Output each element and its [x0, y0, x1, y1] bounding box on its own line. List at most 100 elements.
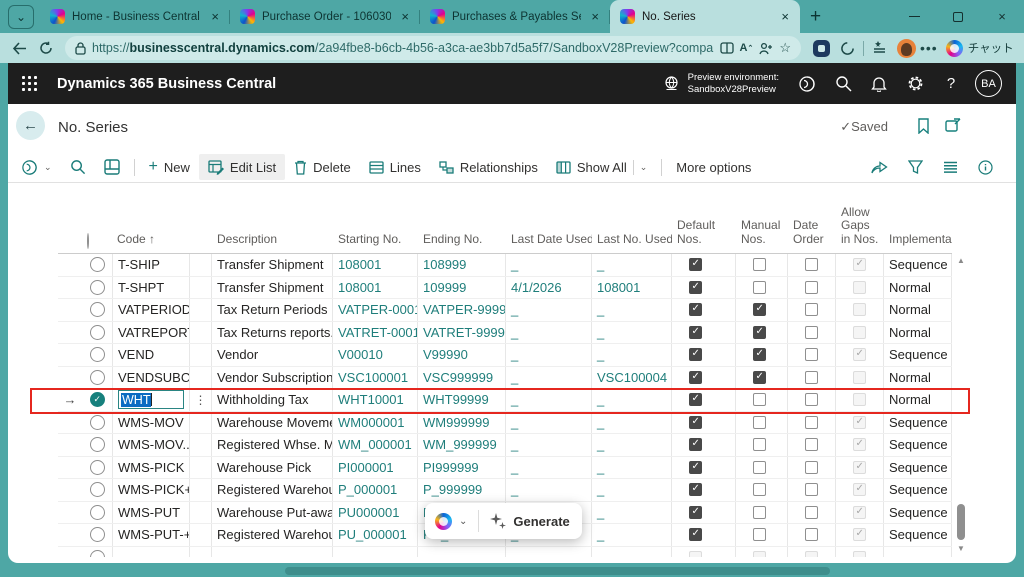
column-header-starting-no[interactable]: Starting No.: [333, 233, 418, 254]
row-select-radio[interactable]: [82, 277, 112, 299]
date-order-cell[interactable]: [788, 322, 836, 344]
date-order-checkbox[interactable]: [805, 528, 818, 541]
last-no-used-cell[interactable]: _: [592, 299, 672, 321]
ending-no-cell[interactable]: WM999999: [418, 412, 506, 434]
scroll-down-arrow[interactable]: ▼: [955, 544, 967, 553]
implementation-cell[interactable]: Sequence: [884, 344, 952, 366]
code-cell[interactable]: WMS-PUT WMS-PUT: [112, 502, 190, 524]
table-row[interactable]: → VATREPORTS VATREPORTS ⋮ Tax Returns re…: [58, 322, 952, 345]
column-header-allow-gaps[interactable]: Allow Gaps in Nos.: [836, 206, 884, 254]
row-select-radio[interactable]: [82, 434, 112, 456]
tab-search-dropdown-button[interactable]: ⌄: [8, 5, 34, 29]
default-nos-checkbox[interactable]: [689, 371, 702, 384]
date-order-checkbox[interactable]: [805, 348, 818, 361]
manual-nos-cell[interactable]: [736, 367, 788, 389]
allow-gaps-cell[interactable]: [836, 547, 884, 558]
date-order-checkbox[interactable]: [805, 416, 818, 429]
implementation-cell[interactable]: Sequence: [884, 412, 952, 434]
allow-gaps-cell[interactable]: [836, 344, 884, 366]
allow-gaps-checkbox[interactable]: [853, 551, 866, 557]
refresh-icon[interactable]: [39, 41, 53, 55]
last-date-used-cell[interactable]: _: [506, 412, 592, 434]
allow-gaps-checkbox[interactable]: [853, 483, 866, 496]
date-order-cell[interactable]: [788, 502, 836, 524]
manual-nos-checkbox[interactable]: [753, 506, 766, 519]
starting-no-cell[interactable]: VATRET-0001: [333, 322, 418, 344]
starting-no-cell[interactable]: VATPER-0001: [333, 299, 418, 321]
manual-nos-checkbox[interactable]: [753, 528, 766, 541]
description-cell[interactable]: [212, 547, 333, 558]
code-cell[interactable]: VATREPORTS VATREPORTS: [112, 322, 190, 344]
table-row[interactable]: → VENDSUBC... VENDSUBC... ⋮ Vendor Subsc…: [58, 367, 952, 390]
default-nos-cell[interactable]: [672, 479, 736, 501]
last-date-used-cell[interactable]: [506, 547, 592, 558]
new-button[interactable]: + New: [140, 154, 199, 180]
code-cell[interactable]: T-SHPT T-SHPT: [112, 277, 190, 299]
list-layout-icon[interactable]: [934, 154, 967, 180]
allow-gaps-checkbox[interactable]: [853, 258, 866, 271]
implementation-cell[interactable]: Sequence: [884, 479, 952, 501]
close-window-button[interactable]: ×: [980, 0, 1024, 33]
copilot-generate-popup[interactable]: ⌄ Generate: [425, 503, 582, 539]
scroll-up-arrow[interactable]: ▲: [955, 256, 967, 265]
open-in-new-window-icon[interactable]: [945, 118, 961, 132]
starting-no-cell[interactable]: WM000001: [333, 412, 418, 434]
environment-indicator[interactable]: Preview environment: SandboxV28Preview: [663, 72, 779, 95]
manual-nos-checkbox[interactable]: [753, 281, 766, 294]
allow-gaps-checkbox[interactable]: [853, 438, 866, 451]
starting-no-cell[interactable]: PU_000001: [333, 524, 418, 546]
default-nos-cell[interactable]: [672, 434, 736, 456]
starting-no-cell[interactable]: PU000001: [333, 502, 418, 524]
ending-no-cell[interactable]: PI999999: [418, 457, 506, 479]
default-nos-checkbox[interactable]: [689, 506, 702, 519]
manual-nos-cell[interactable]: [736, 277, 788, 299]
row-menu-cell[interactable]: ⋮: [190, 254, 212, 276]
last-no-used-cell[interactable]: _: [592, 502, 672, 524]
show-all-button[interactable]: Show All ⌄: [547, 154, 656, 180]
default-nos-cell[interactable]: [672, 344, 736, 366]
starting-no-cell[interactable]: V00010: [333, 344, 418, 366]
implementation-cell[interactable]: Sequence: [884, 457, 952, 479]
more-options-button[interactable]: More options: [667, 154, 760, 180]
code-cell[interactable]: WMS-MOV... WMS-MOV...: [112, 434, 190, 456]
default-nos-cell[interactable]: [672, 412, 736, 434]
default-nos-cell[interactable]: [672, 547, 736, 558]
allow-gaps-cell[interactable]: [836, 524, 884, 546]
description-cell[interactable]: Registered Whse. Mo...: [212, 434, 333, 456]
manual-nos-checkbox[interactable]: [753, 258, 766, 271]
manual-nos-cell[interactable]: [736, 479, 788, 501]
implementation-cell[interactable]: Normal: [884, 277, 952, 299]
default-nos-cell[interactable]: [672, 457, 736, 479]
default-nos-checkbox[interactable]: [689, 348, 702, 361]
account-avatar[interactable]: BA: [975, 70, 1002, 97]
collections-icon[interactable]: [872, 41, 887, 55]
allow-gaps-cell[interactable]: [836, 322, 884, 344]
date-order-checkbox[interactable]: [805, 551, 818, 557]
starting-no-cell[interactable]: 108001: [333, 254, 418, 276]
ending-no-cell[interactable]: 109999: [418, 277, 506, 299]
lines-button[interactable]: Lines: [360, 154, 430, 180]
date-order-cell[interactable]: [788, 277, 836, 299]
manual-nos-checkbox[interactable]: [753, 371, 766, 384]
default-nos-checkbox[interactable]: [689, 483, 702, 496]
starting-no-cell[interactable]: 108001: [333, 277, 418, 299]
relationships-button[interactable]: Relationships: [430, 154, 547, 180]
chevron-down-icon[interactable]: ⌄: [640, 162, 648, 173]
last-no-used-cell[interactable]: _: [592, 434, 672, 456]
read-aloud-icon[interactable]: A⌃: [740, 42, 754, 54]
copilot-header-icon[interactable]: [789, 75, 825, 93]
tab-home-admin-center[interactable]: Home - Business Central Admin Ce ×: [40, 0, 230, 33]
last-date-used-cell[interactable]: _: [506, 457, 592, 479]
split-screen-icon[interactable]: [720, 42, 734, 54]
date-order-cell[interactable]: [788, 254, 836, 276]
row-select-radio[interactable]: [82, 412, 112, 434]
select-all-radio[interactable]: [82, 235, 112, 254]
browser-menu-icon[interactable]: •••: [920, 40, 938, 56]
column-header-implementation[interactable]: Implementa...: [884, 233, 952, 254]
implementation-cell[interactable]: Sequence: [884, 254, 952, 276]
last-no-used-cell[interactable]: _: [592, 412, 672, 434]
manual-nos-cell[interactable]: [736, 254, 788, 276]
ending-no-cell[interactable]: VATRET-9999: [418, 322, 506, 344]
copilot-chat-button[interactable]: チャット: [946, 40, 1014, 57]
row-select-radio[interactable]: [82, 524, 112, 546]
